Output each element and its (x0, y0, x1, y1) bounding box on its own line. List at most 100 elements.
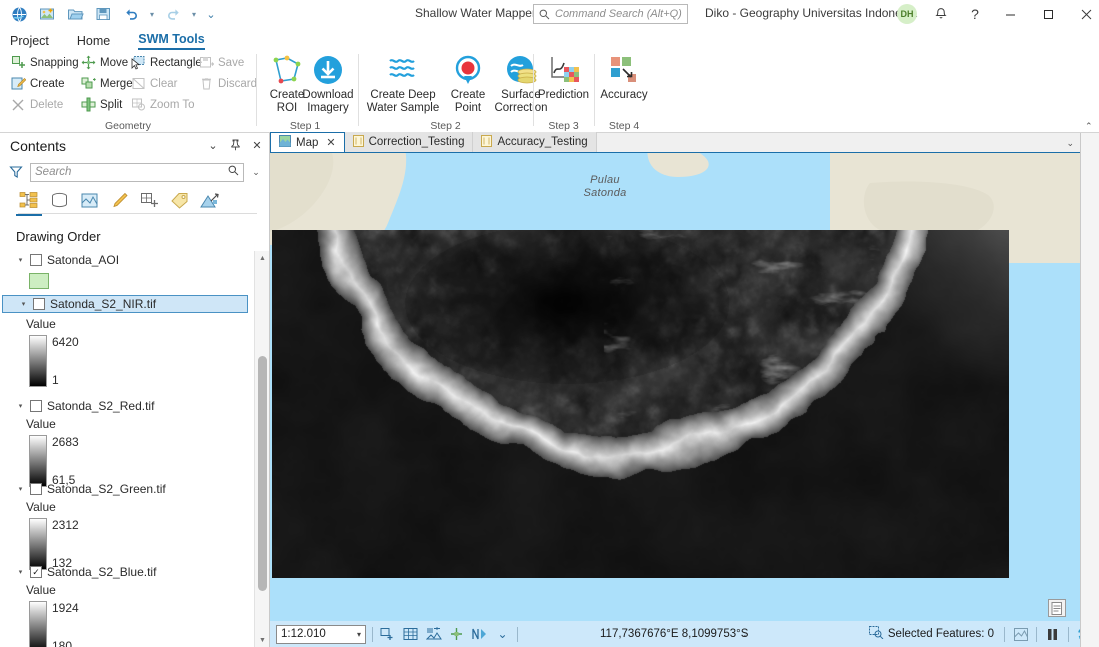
navigate-tool-icon[interactable] (471, 625, 488, 643)
drawing-order-heading: Drawing Order (16, 229, 101, 244)
cmd-snapping[interactable]: Snapping (8, 53, 81, 72)
selection-tool-icon[interactable] (379, 625, 396, 643)
tab-swm-tools[interactable]: SWM Tools (138, 32, 205, 50)
cmd-zoom-to[interactable]: Zoom To (128, 95, 197, 114)
list-by-snapping-icon[interactable] (138, 189, 160, 211)
scroll-down-arrow-icon[interactable]: ▼ (255, 633, 270, 647)
layer-name: Satonda_AOI (47, 253, 120, 267)
list-by-editing-icon[interactable] (108, 189, 130, 211)
cmd-delete[interactable]: Delete (8, 95, 65, 114)
map-tabs-overflow-caret-icon[interactable]: ⌄ (1066, 138, 1074, 149)
list-by-labeling-icon[interactable] (168, 189, 190, 211)
list-by-selection-icon[interactable] (78, 189, 100, 211)
expander-icon[interactable]: ▾ (16, 402, 25, 411)
layer-row-satonda-aoi[interactable]: ▾ Satonda_AOI (0, 251, 244, 269)
group-label-step2: Step 2 (430, 120, 461, 132)
close-icon[interactable]: ✕ (326, 136, 335, 149)
close-icon[interactable]: ✕ (250, 137, 264, 153)
bell-icon[interactable] (929, 3, 953, 25)
btn-download-imagery[interactable]: Download Imagery (298, 52, 358, 114)
tab-project[interactable]: Project (10, 34, 49, 50)
legend-swatch-satonda-aoi (29, 273, 49, 289)
pause-drawing-icon[interactable] (1044, 625, 1061, 643)
tab-map[interactable]: Map ✕ (270, 132, 345, 152)
cmd-move-label: Move (100, 56, 129, 69)
contents-scrollbar[interactable]: ▲ ▼ (254, 251, 269, 647)
coordinates-caret-icon[interactable]: ⌄ (740, 629, 748, 640)
customize-qat-icon[interactable]: ⌄ (202, 2, 220, 26)
redo-icon[interactable] (160, 2, 186, 26)
layer-row-satonda-s2-blue[interactable]: ▾ ✓ Satonda_S2_Blue.tif (0, 563, 244, 581)
btn-create-point-line1: Create (450, 89, 486, 101)
save-project-icon[interactable] (90, 2, 116, 26)
redo-dropdown-caret[interactable]: ▾ (188, 2, 200, 26)
cmd-merge[interactable]: Merge (78, 74, 135, 93)
filter-funnel-icon[interactable] (8, 164, 24, 180)
rectangle-select-icon (130, 55, 146, 71)
new-project-icon[interactable] (34, 2, 60, 26)
menu-chevron-icon[interactable]: ⌄ (206, 137, 220, 153)
layer-row-satonda-s2-green[interactable]: ▾ Satonda_S2_Green.tif (0, 480, 244, 498)
layer-row-satonda-s2-red[interactable]: ▾ Satonda_S2_Red.tif (0, 397, 244, 415)
chevron-down-icon[interactable]: ▾ (357, 630, 361, 639)
cmd-rectangle[interactable]: Rectangle (128, 53, 204, 72)
map-canvas[interactable]: Pulau Satonda (270, 153, 1080, 625)
layer-checkbox[interactable] (30, 400, 42, 412)
explore-tool-icon[interactable] (425, 625, 442, 643)
cmd-discard-edits[interactable]: Discard (196, 74, 259, 93)
btn-prediction[interactable]: Prediction (534, 52, 593, 102)
layer-checkbox[interactable]: ✓ (30, 566, 42, 578)
measure-tool-icon[interactable] (448, 625, 465, 643)
catalog-side-tab[interactable]: ⌃ Catalog (1080, 121, 1099, 647)
scrollbar-thumb[interactable] (258, 356, 267, 591)
list-by-data-source-icon[interactable] (48, 189, 70, 211)
map-scale-combobox[interactable]: 1:12.010 ▾ (276, 624, 366, 644)
tab-home[interactable]: Home (77, 34, 110, 50)
layer-checkbox[interactable] (30, 483, 42, 495)
chevron-up-icon[interactable]: ⌃ (1085, 121, 1093, 132)
cmd-clear[interactable]: Clear (128, 74, 179, 93)
tab-correction-testing[interactable]: Correction_Testing (344, 132, 474, 152)
attribute-table-icon[interactable] (402, 625, 419, 643)
list-by-diagram-icon[interactable] (198, 189, 220, 211)
pin-icon[interactable] (228, 137, 242, 153)
table-view-icon (481, 134, 493, 150)
search-magnifier-icon[interactable] (228, 165, 239, 179)
layer-checkbox[interactable] (33, 298, 45, 310)
layer-checkbox[interactable] (30, 254, 42, 266)
scroll-up-arrow-icon[interactable]: ▲ (255, 251, 270, 265)
list-by-drawing-order-icon[interactable] (16, 189, 42, 216)
undo-icon[interactable] (118, 2, 144, 26)
legend-max-blue: 1924 (52, 601, 79, 615)
avatar[interactable]: DH (897, 4, 917, 24)
tools-overflow-caret-icon[interactable]: ⌄ (494, 625, 511, 643)
cmd-split[interactable]: Split (78, 95, 124, 114)
ribbon-group-step4: Accuracy Step 4 (594, 50, 654, 133)
btn-create-deep-water-sample[interactable]: Create Deep Water Sample (362, 52, 444, 114)
drawing-status-icon[interactable] (1012, 625, 1029, 643)
cmd-move[interactable]: Move (78, 53, 130, 72)
overview-map-icon[interactable] (1048, 599, 1066, 617)
contents-view-tabs (0, 185, 270, 216)
undo-dropdown-caret[interactable]: ▾ (146, 2, 158, 26)
expander-icon[interactable]: ▾ (16, 568, 25, 577)
cmd-save-edits[interactable]: Save (196, 53, 246, 72)
expander-icon[interactable]: ▾ (16, 485, 25, 494)
cmd-create[interactable]: Create (8, 74, 67, 93)
question-mark-icon[interactable]: ? (963, 3, 987, 25)
btn-accuracy[interactable]: Accuracy (595, 52, 653, 102)
close-button[interactable] (1064, 0, 1099, 28)
command-search-input[interactable]: Command Search (Alt+Q) (533, 4, 688, 24)
btn-create-point[interactable]: Create Point (446, 52, 490, 114)
globe-icon[interactable] (6, 2, 32, 26)
layer-row-satonda-s2-nir[interactable]: ▾ Satonda_S2_NIR.tif (2, 295, 248, 313)
account-name[interactable]: Diko - Geography Universitas Indonesia (705, 6, 917, 20)
expander-icon[interactable]: ▾ (19, 300, 28, 309)
open-project-icon[interactable] (62, 2, 88, 26)
search-options-caret-icon[interactable]: ⌄ (250, 167, 262, 178)
search-input[interactable]: Search (30, 162, 244, 182)
zoom-to-icon (130, 97, 146, 113)
expander-icon[interactable]: ▾ (16, 256, 25, 265)
snapping-icon (10, 55, 26, 71)
tab-accuracy-testing[interactable]: Accuracy_Testing (473, 132, 597, 152)
